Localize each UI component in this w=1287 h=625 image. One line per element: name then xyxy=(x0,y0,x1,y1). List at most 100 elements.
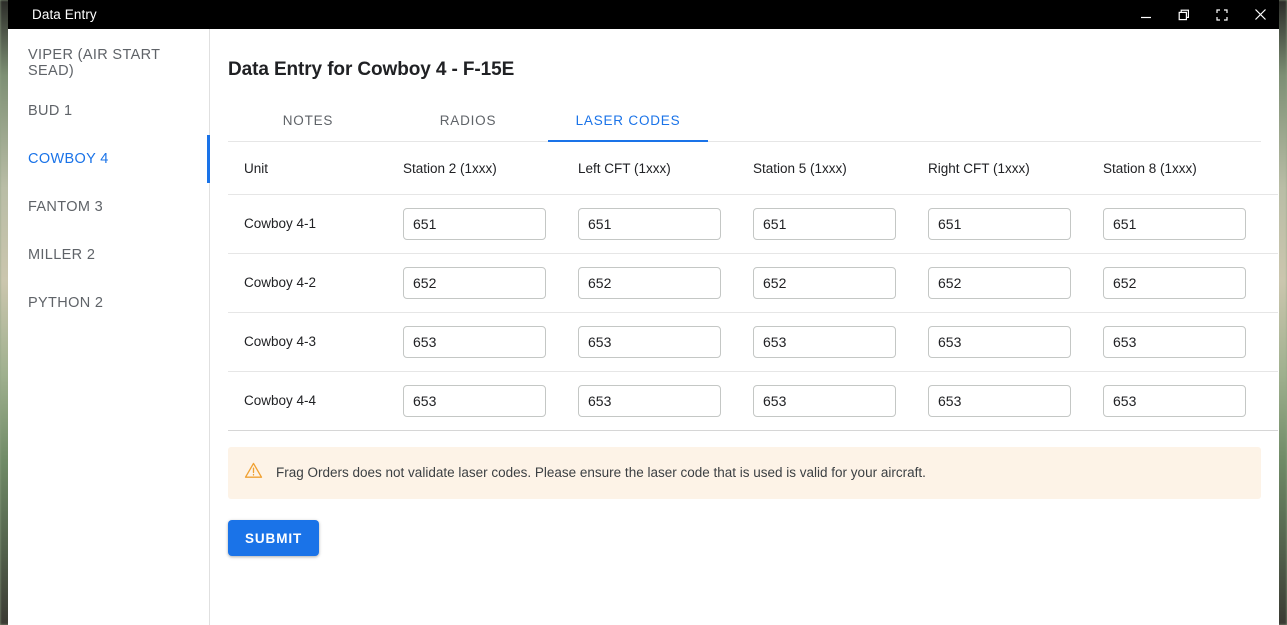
warning-banner: Frag Orders does not validate laser code… xyxy=(228,447,1261,499)
laser-code-input-r1-c2[interactable] xyxy=(578,208,721,240)
table-body: Cowboy 4-1 Cowboy 4-2 Cowboy 4-3 Cowboy 4-4 xyxy=(228,194,1278,431)
close-button[interactable] xyxy=(1241,0,1279,29)
unit-label: Cowboy 4-1 xyxy=(244,216,317,231)
laser-code-input-r1-c4[interactable] xyxy=(928,208,1071,240)
submit-button[interactable]: SUBMIT xyxy=(228,520,320,556)
table-header-row: Unit Station 2 (1xxx) Left CFT (1xxx) Stati… xyxy=(228,142,1278,195)
laser-code-cell xyxy=(1103,371,1278,431)
sidebar-item-label: MILLER 2 xyxy=(28,247,96,263)
unit-cell: Cowboy 4-3 xyxy=(228,312,403,372)
close-icon xyxy=(1253,7,1268,22)
column-header-station-5-1xxx: Station 5 (1xxx) xyxy=(753,142,928,195)
sidebar-item-label: BUD 1 xyxy=(28,103,73,119)
laser-code-input-r4-c2[interactable] xyxy=(578,385,721,417)
minimize-icon xyxy=(1139,8,1153,22)
laser-code-cell xyxy=(753,371,928,431)
sidebar-item-python-2[interactable]: PYTHON 2 xyxy=(8,279,209,327)
minimize-button[interactable] xyxy=(1127,0,1165,29)
unit-label: Cowboy 4-2 xyxy=(244,275,317,290)
laser-code-cell xyxy=(928,194,1103,254)
sidebar-item-label: PYTHON 2 xyxy=(28,295,104,311)
laser-code-cell xyxy=(1103,312,1278,372)
sidebar-item-bud-1[interactable]: BUD 1 xyxy=(8,87,209,135)
laser-code-cell xyxy=(578,312,753,372)
laser-code-input-r1-c1[interactable] xyxy=(403,208,546,240)
unit-cell: Cowboy 4-2 xyxy=(228,253,403,313)
window-controls xyxy=(1127,0,1279,29)
column-header-unit: Unit xyxy=(228,142,403,195)
laser-code-input-r2-c1[interactable] xyxy=(403,267,546,299)
sidebar-item-label: VIPER (AIR START SEAD) xyxy=(28,47,161,79)
laser-code-cell xyxy=(403,253,578,313)
column-header-right-cft-1xxx: Right CFT (1xxx) xyxy=(928,142,1103,195)
column-header-left-cft-1xxx: Left CFT (1xxx) xyxy=(578,142,753,195)
table-row: Cowboy 4-3 xyxy=(228,312,1278,372)
fullscreen-icon xyxy=(1215,8,1229,22)
table-row: Cowboy 4-1 xyxy=(228,194,1278,254)
laser-code-cell xyxy=(578,253,753,313)
unit-label: Cowboy 4-4 xyxy=(244,393,317,408)
sidebar-item-miller-2[interactable]: MILLER 2 xyxy=(8,231,209,279)
unit-cell: Cowboy 4-4 xyxy=(228,371,403,431)
restore-button[interactable] xyxy=(1165,0,1203,29)
column-header-station-2-1xxx: Station 2 (1xxx) xyxy=(403,142,578,195)
laser-code-cell xyxy=(403,371,578,431)
laser-code-input-r2-c5[interactable] xyxy=(1103,267,1246,299)
laser-code-cell xyxy=(753,312,928,372)
laser-code-cell xyxy=(403,312,578,372)
restore-icon xyxy=(1177,8,1191,22)
table-row: Cowboy 4-4 xyxy=(228,371,1278,431)
laser-code-cell xyxy=(928,371,1103,431)
laser-code-input-r4-c3[interactable] xyxy=(753,385,896,417)
unit-cell: Cowboy 4-1 xyxy=(228,194,403,254)
laser-code-cell xyxy=(578,194,753,254)
laser-code-cell xyxy=(403,194,578,254)
laser-codes-table: Unit Station 2 (1xxx) Left CFT (1xxx) Stati… xyxy=(228,142,1278,431)
laser-code-cell xyxy=(928,253,1103,313)
warning-text: Frag Orders does not validate laser code… xyxy=(276,465,926,481)
window-title: Data Entry xyxy=(32,6,97,22)
laser-code-input-r4-c5[interactable] xyxy=(1103,385,1246,417)
laser-code-input-r3-c5[interactable] xyxy=(1103,326,1246,358)
tab-notes[interactable]: NOTES xyxy=(228,99,388,141)
main-content: Data Entry for Cowboy 4 - F-15E NOTES RAD… xyxy=(210,29,1279,625)
laser-code-input-r4-c1[interactable] xyxy=(403,385,546,417)
laser-code-cell xyxy=(578,371,753,431)
laser-code-input-r1-c3[interactable] xyxy=(753,208,896,240)
window-body: VIPER (AIR START SEAD) BUD 1 COWBOY 4 FANTO… xyxy=(8,29,1279,625)
tab-radios[interactable]: RADIOS xyxy=(388,99,548,141)
laser-code-cell xyxy=(928,312,1103,372)
laser-code-input-r3-c3[interactable] xyxy=(753,326,896,358)
data-entry-window: Data Entry VIPER (AIR START SEAD) BUD 1 … xyxy=(8,0,1279,625)
tab-bar: NOTES RADIOS LASER CODES xyxy=(228,99,1261,142)
laser-code-input-r3-c2[interactable] xyxy=(578,326,721,358)
submit-row: SUBMIT xyxy=(228,520,1261,576)
laser-code-input-r2-c3[interactable] xyxy=(753,267,896,299)
laser-code-cell xyxy=(753,253,928,313)
sidebar-item-viper-air-start-sead[interactable]: VIPER (AIR START SEAD) xyxy=(8,39,209,87)
sidebar: VIPER (AIR START SEAD) BUD 1 COWBOY 4 FANTO… xyxy=(8,29,210,625)
tab-label: RADIOS xyxy=(439,113,497,128)
laser-code-input-r2-c2[interactable] xyxy=(578,267,721,299)
table-row: Cowboy 4-2 xyxy=(228,253,1278,313)
sidebar-item-fantom-3[interactable]: FANTOM 3 xyxy=(8,183,209,231)
page-title: Data Entry for Cowboy 4 - F-15E xyxy=(228,59,515,80)
laser-code-input-r2-c4[interactable] xyxy=(928,267,1071,299)
tab-label: NOTES xyxy=(282,113,334,128)
laser-code-cell xyxy=(1103,194,1278,254)
sidebar-item-label: COWBOY 4 xyxy=(28,151,109,167)
laser-code-input-r3-c4[interactable] xyxy=(928,326,1071,358)
laser-code-input-r1-c5[interactable] xyxy=(1103,208,1246,240)
table-header: Unit Station 2 (1xxx) Left CFT (1xxx) Stati… xyxy=(228,142,1278,195)
window-titlebar: Data Entry xyxy=(8,0,1279,29)
laser-code-input-r4-c4[interactable] xyxy=(928,385,1071,417)
column-header-station-8-1xxx: Station 8 (1xxx) xyxy=(1103,142,1278,195)
laser-code-input-r3-c1[interactable] xyxy=(403,326,546,358)
sidebar-item-label: FANTOM 3 xyxy=(28,199,104,215)
fullscreen-button[interactable] xyxy=(1203,0,1241,29)
unit-label: Cowboy 4-3 xyxy=(244,334,317,349)
warning-triangle-icon xyxy=(244,461,263,485)
tab-laser-codes[interactable]: LASER CODES xyxy=(548,99,708,142)
sidebar-item-cowboy-4[interactable]: COWBOY 4 xyxy=(8,135,210,183)
tab-label: LASER CODES xyxy=(575,113,681,128)
